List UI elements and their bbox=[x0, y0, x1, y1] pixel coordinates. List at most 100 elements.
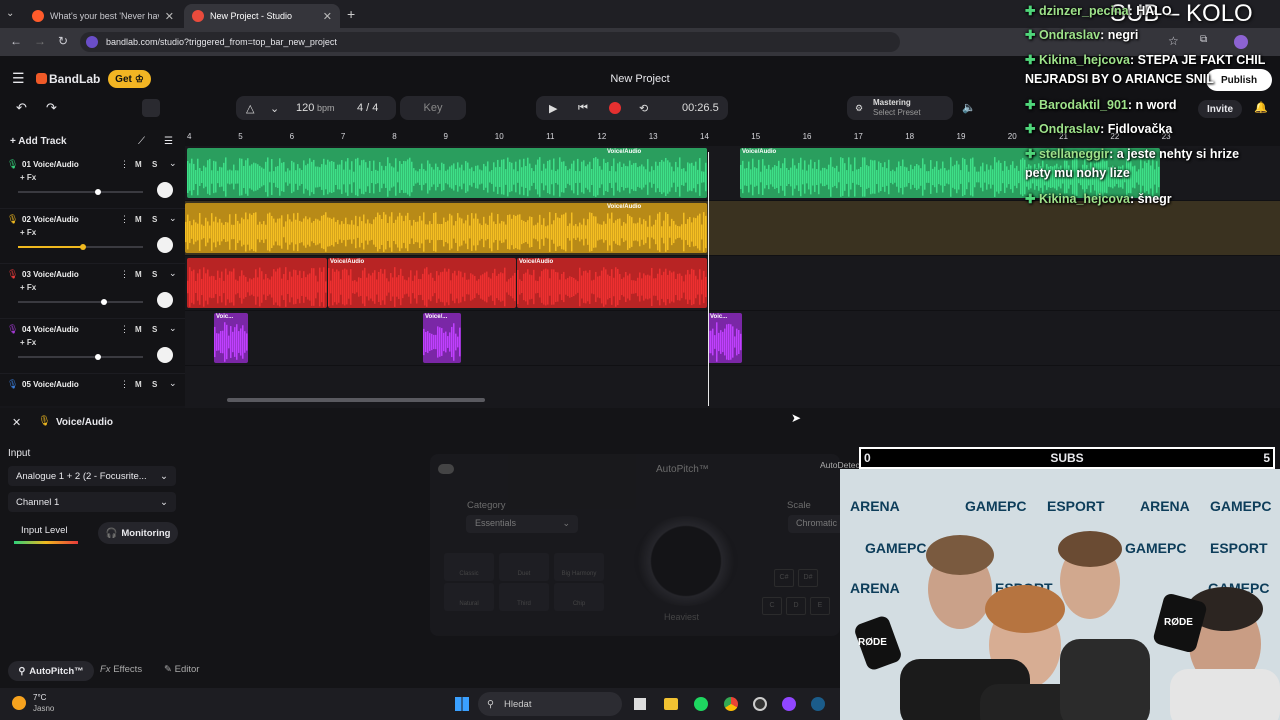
audio-clip[interactable]: Voice/Audio bbox=[328, 258, 516, 308]
add-fx-button[interactable]: + Fx bbox=[20, 228, 36, 237]
mixer-icon[interactable]: ☰ bbox=[164, 136, 173, 147]
category-select[interactable]: Essentials ⌄ bbox=[466, 515, 578, 533]
mute-button[interactable]: M bbox=[135, 215, 142, 224]
browser-tab-reddit[interactable]: What's your best 'Never have I ✕ bbox=[24, 4, 182, 28]
monitoring-button[interactable]: 🎧 Monitoring bbox=[98, 522, 178, 544]
obs-icon[interactable] bbox=[753, 697, 767, 711]
add-fx-button[interactable]: + Fx bbox=[20, 338, 36, 347]
volume-slider[interactable] bbox=[18, 354, 143, 360]
file-explorer-icon[interactable] bbox=[664, 698, 678, 710]
preset-button[interactable]: Third bbox=[499, 583, 549, 611]
playhead[interactable] bbox=[708, 152, 709, 406]
play-icon[interactable]: ▶ bbox=[549, 102, 557, 115]
speaker-icon[interactable]: 🔈 bbox=[962, 101, 976, 114]
url-field[interactable]: bandlab.com/studio?triggered_from=top_ba… bbox=[80, 32, 900, 52]
solo-button[interactable]: S bbox=[152, 160, 157, 169]
audio-clip[interactable]: Voice/Audio bbox=[517, 258, 707, 308]
mute-button[interactable]: M bbox=[135, 325, 142, 334]
audio-clip[interactable]: Voice/Audio bbox=[605, 148, 707, 198]
redo-icon[interactable]: ↷ bbox=[46, 100, 57, 116]
pan-knob[interactable] bbox=[157, 182, 173, 198]
volume-slider[interactable] bbox=[18, 189, 143, 195]
preset-button[interactable]: Big Harmony bbox=[554, 553, 604, 581]
audio-clip[interactable]: Voic... bbox=[708, 313, 742, 363]
key-button[interactable]: Key bbox=[400, 96, 466, 120]
pan-knob[interactable] bbox=[157, 347, 173, 363]
close-icon[interactable]: ✕ bbox=[323, 10, 332, 23]
solo-button[interactable]: S bbox=[152, 325, 157, 334]
track-header-3[interactable]: 🎙 03 Voice/Audio ⋮ M S ⌄ + Fx bbox=[0, 264, 185, 319]
track-name[interactable]: 04 Voice/Audio bbox=[22, 325, 79, 334]
steam-icon[interactable] bbox=[811, 697, 825, 711]
audio-clip[interactable] bbox=[187, 258, 327, 308]
add-fx-button[interactable]: + Fx bbox=[20, 173, 36, 182]
track-menu-icon[interactable]: ⋮ bbox=[120, 159, 129, 170]
solo-button[interactable]: S bbox=[152, 215, 157, 224]
chevron-down-icon[interactable]: ⌄ bbox=[169, 213, 177, 224]
track-menu-icon[interactable]: ⋮ bbox=[120, 324, 129, 335]
tab-editor[interactable]: ✎ Editor bbox=[164, 664, 199, 675]
mute-button[interactable]: M bbox=[135, 270, 142, 279]
browser-tab-bandlab[interactable]: New Project - Studio ✕ bbox=[184, 4, 340, 28]
volume-handle[interactable] bbox=[95, 354, 101, 360]
windows-start-icon[interactable] bbox=[455, 697, 469, 711]
taskbar-search[interactable]: ⚲ Hledat bbox=[478, 692, 622, 716]
solo-button[interactable]: S bbox=[152, 380, 157, 389]
chevron-down-icon[interactable]: ⌄ bbox=[169, 268, 177, 279]
back-icon[interactable]: ← bbox=[10, 34, 22, 48]
audio-clip[interactable]: Voice/Audio bbox=[605, 203, 707, 253]
pan-knob[interactable] bbox=[157, 292, 173, 308]
close-panel-icon[interactable]: ✕ bbox=[12, 416, 21, 429]
key-button[interactable]: D# bbox=[798, 569, 818, 587]
twitch-app-icon[interactable] bbox=[782, 697, 796, 711]
mastering-button[interactable]: ⚙ Mastering Select Preset bbox=[847, 96, 953, 120]
chevron-down-icon[interactable]: ⌄ bbox=[169, 378, 177, 389]
preset-button[interactable]: Chip bbox=[554, 583, 604, 611]
chrome-icon[interactable] bbox=[724, 697, 738, 711]
preset-button[interactable]: Duet bbox=[499, 553, 549, 581]
key-button[interactable]: C bbox=[762, 597, 782, 615]
track-name[interactable]: 01 Voice/Audio bbox=[22, 160, 79, 169]
tempo-value[interactable]: 120 bbox=[296, 102, 314, 114]
key-button[interactable]: D bbox=[786, 597, 806, 615]
audio-clip[interactable]: Voic... bbox=[214, 313, 248, 363]
track-name[interactable]: 03 Voice/Audio bbox=[22, 270, 79, 279]
weather-icon[interactable] bbox=[12, 696, 26, 710]
autopitch-toggle[interactable] bbox=[438, 464, 454, 474]
track-header-2[interactable]: 🎙 02 Voice/Audio ⋮ M S ⌄ + Fx bbox=[0, 209, 185, 264]
volume-handle[interactable] bbox=[95, 189, 101, 195]
mute-button[interactable]: M bbox=[135, 380, 142, 389]
split-tool-icon[interactable] bbox=[142, 99, 160, 117]
close-icon[interactable]: ✕ bbox=[165, 10, 174, 23]
volume-slider[interactable] bbox=[18, 299, 143, 305]
tab-autopitch[interactable]: ⚲ AutoPitch™ bbox=[8, 661, 94, 681]
add-track-button[interactable]: + Add Track bbox=[10, 136, 67, 147]
volume-handle[interactable] bbox=[80, 244, 86, 250]
key-button[interactable]: E bbox=[810, 597, 830, 615]
horizontal-scrollbar[interactable] bbox=[227, 398, 485, 402]
site-info-icon[interactable] bbox=[86, 36, 98, 48]
tab-effects[interactable]: Fx Effects bbox=[100, 664, 142, 675]
solo-button[interactable]: S bbox=[152, 270, 157, 279]
volume-slider[interactable] bbox=[18, 244, 143, 250]
time-signature[interactable]: 4 / 4 bbox=[357, 102, 378, 114]
new-tab-button[interactable]: + bbox=[347, 6, 355, 22]
track-menu-icon[interactable]: ⋮ bbox=[120, 269, 129, 280]
record-button[interactable] bbox=[609, 102, 621, 114]
track-menu-icon[interactable]: ⋮ bbox=[120, 379, 129, 390]
automation-icon[interactable]: ⟋ bbox=[138, 136, 145, 147]
input-select[interactable]: Analogue 1 + 2 (2 - Focusrite... ⌄ bbox=[8, 466, 176, 486]
volume-handle[interactable] bbox=[101, 299, 108, 305]
reload-icon[interactable]: ↻ bbox=[58, 34, 68, 48]
chevron-down-icon[interactable]: ⌄ bbox=[169, 158, 177, 169]
chevron-down-icon[interactable]: ⌄ bbox=[270, 102, 279, 115]
forward-icon[interactable]: → bbox=[34, 34, 46, 48]
loop-icon[interactable]: ⟲ bbox=[639, 102, 648, 115]
key-button[interactable]: C# bbox=[774, 569, 794, 587]
track-name[interactable]: 05 Voice/Audio bbox=[22, 380, 79, 389]
track-name[interactable]: 02 Voice/Audio bbox=[22, 215, 79, 224]
autopitch-knob[interactable] bbox=[634, 516, 738, 606]
add-fx-button[interactable]: + Fx bbox=[20, 283, 36, 292]
audio-clip[interactable]: Voice/... bbox=[423, 313, 461, 363]
spotify-icon[interactable] bbox=[694, 697, 708, 711]
